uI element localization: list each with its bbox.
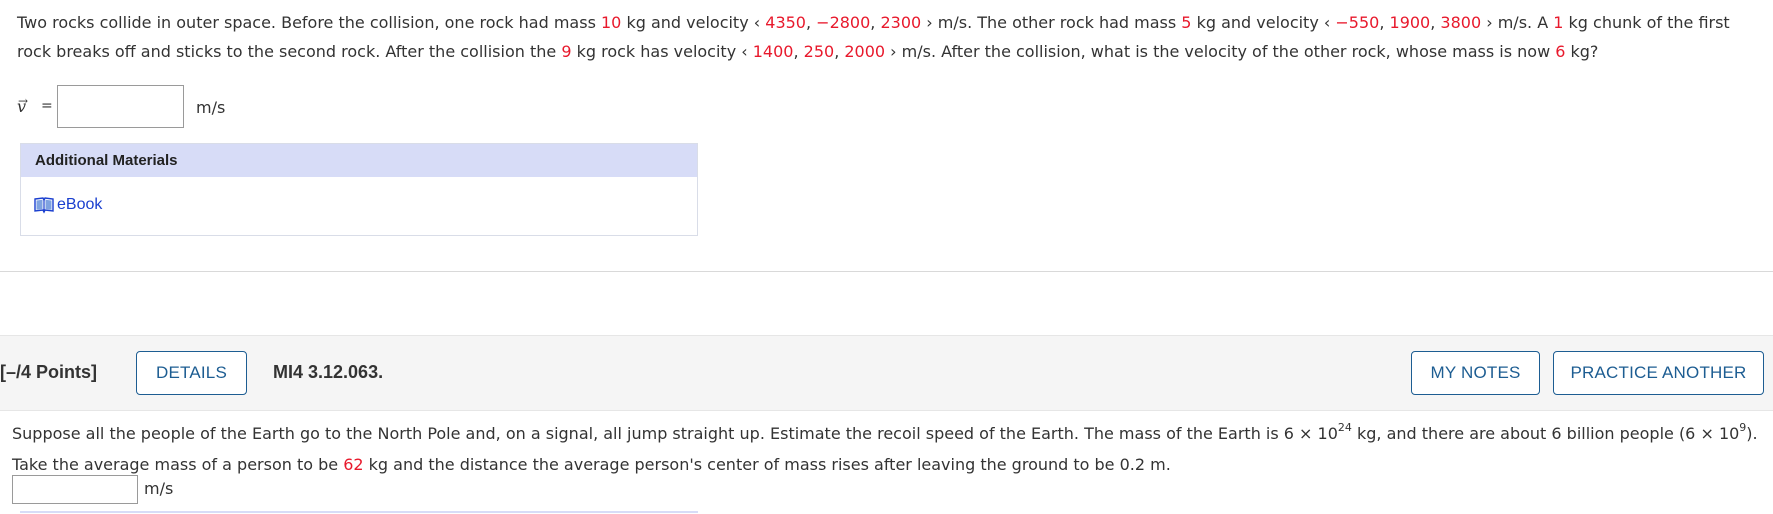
velocity-unit: m/s xyxy=(196,98,226,117)
v2x-value: −550 xyxy=(1335,13,1380,32)
section-divider xyxy=(0,271,1773,272)
additional-materials-panel: Additional Materials eBook xyxy=(20,143,698,236)
mass-2-value: 5 xyxy=(1181,13,1192,32)
v1y-value: −2800 xyxy=(816,13,871,32)
question-1-text: Two rocks collide in outer space. Before… xyxy=(17,13,1730,61)
practice-another-button[interactable]: PRACTICE ANOTHER xyxy=(1553,351,1764,395)
ebook-link[interactable]: eBook xyxy=(34,196,102,214)
v3y-value: 250 xyxy=(803,42,835,61)
recoil-speed-input[interactable] xyxy=(12,475,138,504)
v3z-value: 2000 xyxy=(844,42,886,61)
population-exponent: 9 xyxy=(1739,420,1747,434)
additional-materials-heading: Additional Materials xyxy=(21,144,697,177)
mass-3-value: 9 xyxy=(561,42,572,61)
my-notes-button[interactable]: MY NOTES xyxy=(1411,351,1540,395)
chunk-mass-value: 1 xyxy=(1553,13,1564,32)
velocity-vector-symbol: → v xyxy=(17,94,29,116)
ebook-link-label[interactable]: eBook xyxy=(57,196,102,214)
question-2-header-bar: [–/4 Points] DETAILS MI4 3.12.063. MY NO… xyxy=(0,335,1773,411)
mass-1-value: 10 xyxy=(601,13,622,32)
question-2-text: Suppose all the people of the Earth go t… xyxy=(12,420,1758,474)
mass-4-value: 6 xyxy=(1555,42,1566,61)
v2y-value: 1900 xyxy=(1389,13,1431,32)
next-panel-edge xyxy=(20,511,698,513)
recoil-speed-unit: m/s xyxy=(144,479,174,498)
v2z-value: 3800 xyxy=(1440,13,1482,32)
question-id: MI4 3.12.063. xyxy=(273,362,384,382)
velocity-answer-input[interactable] xyxy=(57,85,184,128)
book-icon xyxy=(34,197,54,214)
earth-mass-exponent: 24 xyxy=(1337,420,1352,434)
person-mass-value: 62 xyxy=(343,455,364,474)
equals-sign: = xyxy=(41,98,53,114)
v3x-value: 1400 xyxy=(752,42,794,61)
v1x-value: 4350 xyxy=(765,13,806,32)
vector-arrow-icon: → xyxy=(18,94,29,108)
v1z-value: 2300 xyxy=(880,13,922,32)
details-button[interactable]: DETAILS xyxy=(136,351,247,395)
points-label: [–/4 Points] xyxy=(0,362,98,382)
